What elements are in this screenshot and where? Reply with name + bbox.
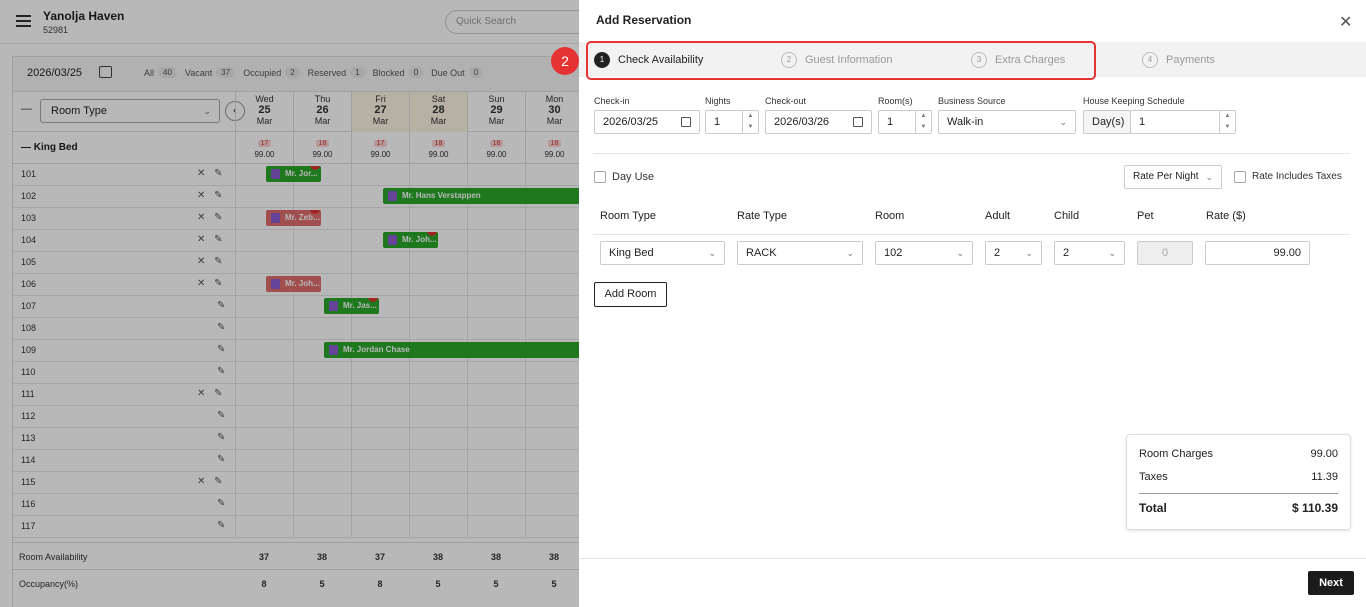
add-room-button[interactable]: Add Room [594, 282, 667, 307]
checkout-field[interactable]: 2026/03/26 [765, 110, 872, 134]
spinner-arrows-icon[interactable]: ▲ ▼ [915, 111, 931, 133]
col-rate: Rate ($) [1206, 210, 1246, 222]
room-type-select[interactable]: King Bed ⌄ [600, 241, 725, 265]
next-button[interactable]: Next [1308, 571, 1354, 595]
business-source-label: Business Source [938, 96, 1006, 106]
charges-summary: Room Charges 99.00 Taxes 11.39 Total $ 1… [1126, 434, 1351, 530]
rate-includes-taxes-label: Rate Includes Taxes [1252, 171, 1342, 182]
col-room: Room [875, 210, 905, 222]
spinner-arrows-icon[interactable]: ▲ ▼ [742, 111, 758, 133]
rate-mode-select[interactable]: Rate Per Night ⌄ [1124, 165, 1222, 189]
annotation-badge: 2 [551, 47, 579, 75]
rate-input[interactable]: 99.00 [1205, 241, 1310, 265]
adult-select[interactable]: 2 ⌄ [985, 241, 1042, 265]
rooms-stepper[interactable]: 1 ▲ ▼ [878, 110, 932, 134]
chevron-down-icon: ⌄ [1059, 117, 1067, 127]
taxes-label: Taxes [1139, 471, 1168, 483]
chevron-down-icon: ⌄ [1108, 248, 1116, 258]
chevron-down-icon: ⌄ [1205, 172, 1213, 182]
chevron-down-icon: ⌄ [846, 248, 854, 258]
modal-backdrop[interactable] [0, 0, 579, 607]
add-reservation-panel: Add Reservation ✕ 1 Check Availability 2G… [551, 0, 1366, 607]
step-payments[interactable]: 4 Payments [1142, 52, 1215, 68]
col-room-type: Room Type [600, 210, 657, 222]
calendar-icon [681, 117, 691, 127]
calendar-icon [853, 117, 863, 127]
total-label: Total [1139, 501, 1167, 515]
section-divider [593, 153, 1350, 154]
close-icon[interactable]: ✕ [1339, 12, 1352, 32]
table-divider [593, 234, 1350, 235]
taxes-value: 11.39 [1311, 471, 1338, 483]
chevron-down-icon: ⌄ [956, 248, 964, 258]
total-value: $ 110.39 [1291, 501, 1338, 515]
nights-label: Nights [705, 96, 731, 106]
rate-type-select[interactable]: RACK ⌄ [737, 241, 863, 265]
col-pet: Pet [1137, 210, 1154, 222]
housekeeping-unit: Day(s) [1083, 110, 1131, 134]
business-source-select[interactable]: Walk-in ⌄ [938, 110, 1076, 134]
day-use-label: Day Use [612, 171, 655, 183]
col-child: Child [1054, 210, 1080, 222]
col-rate-type: Rate Type [737, 210, 787, 222]
nights-stepper[interactable]: 1 ▲ ▼ [705, 110, 759, 134]
checkout-label: Check-out [765, 96, 807, 106]
housekeeping-label: House Keeping Schedule [1083, 96, 1185, 106]
col-adult: Adult [985, 210, 1011, 222]
summary-divider [1139, 493, 1338, 494]
spinner-arrows-icon[interactable]: ▲ ▼ [1219, 111, 1235, 133]
room-charges-label: Room Charges [1139, 448, 1213, 460]
annotation-highlight-box [586, 41, 1096, 80]
pet-field: 0 [1137, 241, 1193, 265]
child-select[interactable]: 2 ⌄ [1054, 241, 1125, 265]
housekeeping-stepper[interactable]: 1 ▲ ▼ [1130, 110, 1236, 134]
checkin-field[interactable]: 2026/03/25 [594, 110, 700, 134]
chevron-down-icon: ⌄ [1025, 248, 1033, 258]
room-select[interactable]: 102 ⌄ [875, 241, 973, 265]
footer-divider [579, 558, 1366, 559]
checkin-label: Check-in [594, 96, 630, 106]
day-use-checkbox[interactable] [594, 171, 606, 183]
panel-title: Add Reservation [596, 13, 692, 27]
room-charges-value: 99.00 [1310, 448, 1338, 460]
rooms-label: Room(s) [878, 96, 913, 106]
rate-includes-taxes-checkbox[interactable] [1234, 171, 1246, 183]
chevron-down-icon: ⌄ [708, 248, 716, 258]
